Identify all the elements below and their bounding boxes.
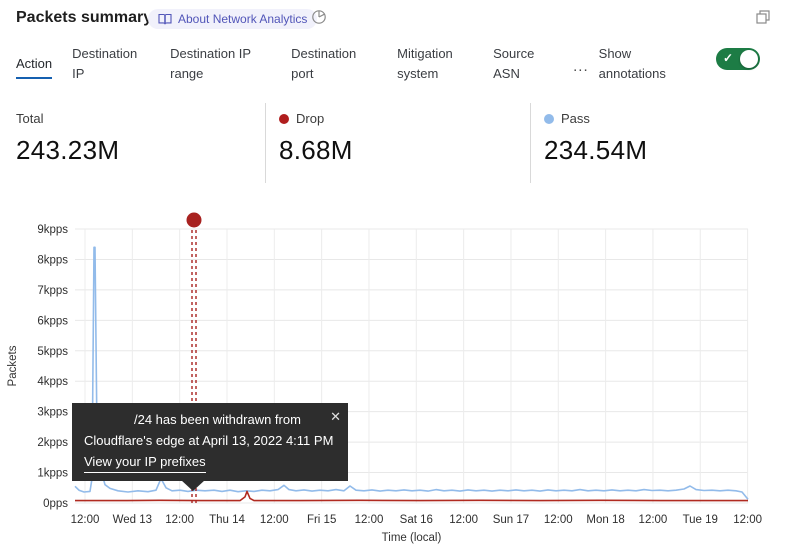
stat-total-value: 243.23M [16, 135, 265, 166]
tab-source-asn[interactable]: Source ASN [493, 44, 541, 84]
summary-stats: Total 243.23M Drop 8.68M Pass 234.54M [0, 103, 785, 183]
x-axis-title: Time (local) [382, 532, 442, 544]
x-tick-label: 12:00 [544, 514, 573, 526]
stat-pass-value: 234.54M [544, 135, 785, 166]
book-icon [158, 13, 172, 25]
tab-mitigation-system[interactable]: Mitigation system [397, 44, 467, 84]
y-tick-label: 5kpps [37, 346, 68, 358]
tab-destination-port[interactable]: Destination port [291, 44, 371, 84]
chart-canvas[interactable]: 0pps 1kpps 2kpps 3kpps 4kpps 5kpps 6kpps 7kpps 8… [0, 196, 785, 555]
panel-header: Packets summary About Network Analytics [0, 0, 785, 38]
y-tick-label: 6kpps [37, 315, 68, 327]
tabs-overflow-menu[interactable]: ... [573, 58, 589, 75]
x-tick-label: 12:00 [260, 514, 289, 526]
badge-label: About Network Analytics [178, 12, 307, 26]
series-line-drop [75, 491, 748, 500]
x-tick-label: Thu 14 [209, 514, 245, 526]
y-tick-label: 7kpps [37, 285, 68, 297]
stat-drop-label: Drop [296, 111, 324, 126]
y-tick-label: 2kpps [37, 437, 68, 449]
dimension-tabs: Action Destination IP Destination IP ran… [16, 44, 776, 84]
x-tick-label: Mon 18 [586, 514, 624, 526]
x-tick-label: Sun 17 [493, 514, 529, 526]
x-tick-label: 12:00 [639, 514, 668, 526]
y-tick-label: 4kpps [37, 376, 68, 388]
y-tick-label: 1kpps [37, 468, 68, 480]
y-tick-label: 9kpps [37, 224, 68, 236]
stat-pass: Pass 234.54M [530, 103, 785, 183]
stat-total-label: Total [16, 111, 43, 126]
stat-pass-label: Pass [561, 111, 590, 126]
tooltip-line1: /24 has been withdrawn from [84, 410, 336, 431]
x-tick-label: 12:00 [733, 514, 762, 526]
x-tick-label: 12:00 [449, 514, 478, 526]
y-axis-title: Packets [7, 345, 19, 386]
show-annotations-label: Show annotations [599, 44, 681, 84]
y-tick-label: 0pps [43, 498, 68, 510]
y-tick-label: 8kpps [37, 254, 68, 266]
annotation-marker-dot[interactable] [187, 213, 202, 228]
stat-total: Total 243.23M [0, 103, 265, 183]
toggle-knob [740, 50, 758, 68]
packets-time-series-chart: 0pps 1kpps 2kpps 3kpps 4kpps 5kpps 6kpps 7kpps 8… [0, 196, 785, 555]
annotation-tooltip: ✕ /24 has been withdrawn from Cloudflare… [72, 403, 348, 481]
tooltip-line2: Cloudflare's edge at April 13, 2022 4:11… [84, 431, 336, 452]
pass-series-dot [544, 114, 554, 124]
close-icon[interactable]: ✕ [330, 407, 341, 428]
x-tick-label: Tue 19 [683, 514, 718, 526]
time-period-pie-icon[interactable] [311, 9, 327, 25]
tab-action[interactable]: Action [16, 54, 52, 79]
x-tick-label: 12:00 [71, 514, 100, 526]
x-tick-label: Sat 16 [400, 514, 433, 526]
x-tick-label: 12:00 [165, 514, 194, 526]
tab-destination-ip-range[interactable]: Destination IP range [170, 44, 265, 84]
stat-drop: Drop 8.68M [265, 103, 530, 183]
x-tick-label: Wed 13 [113, 514, 152, 526]
about-network-analytics-badge[interactable]: About Network Analytics [148, 9, 317, 29]
drop-series-dot [279, 114, 289, 124]
tab-destination-ip[interactable]: Destination IP [72, 44, 144, 84]
expand-window-icon[interactable] [755, 9, 771, 25]
x-tick-label: Fri 15 [307, 514, 336, 526]
y-tick-label: 3kpps [37, 407, 68, 419]
show-annotations-toggle[interactable]: ✓ [716, 48, 760, 70]
page-title: Packets summary [16, 9, 152, 27]
tooltip-caret [181, 480, 205, 491]
view-ip-prefixes-link[interactable]: View your IP prefixes [84, 452, 206, 474]
toggle-check-icon: ✓ [723, 51, 733, 65]
stat-drop-value: 8.68M [279, 135, 530, 166]
x-tick-label: 12:00 [355, 514, 384, 526]
